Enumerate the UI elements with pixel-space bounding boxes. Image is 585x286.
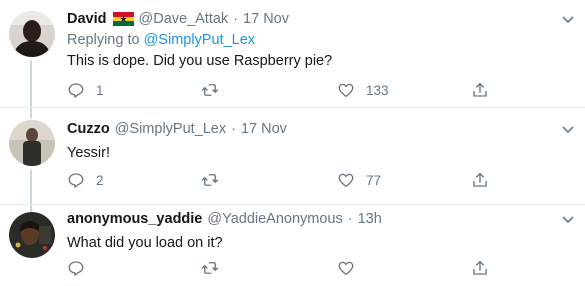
tweet-actions: 1 133 <box>67 80 507 100</box>
retweet-button[interactable] <box>201 170 230 190</box>
retweet-button[interactable] <box>201 80 230 100</box>
retweet-button[interactable] <box>201 258 230 278</box>
share-icon <box>473 82 487 97</box>
reply-icon <box>68 83 84 98</box>
tweet-text: This is dope. Did you use Raspberry pie? <box>67 53 333 69</box>
like-button[interactable]: 77 <box>337 170 381 190</box>
share-icon <box>473 172 487 187</box>
timestamp[interactable]: 13h <box>358 210 382 228</box>
share-button[interactable] <box>471 258 489 278</box>
reply-count: 1 <box>96 82 104 98</box>
avatar[interactable] <box>9 11 55 57</box>
retweet-icon <box>201 84 219 96</box>
chevron-down-icon[interactable] <box>561 212 575 226</box>
thread-line <box>30 108 32 118</box>
display-name[interactable]: Cuzzo <box>67 120 110 138</box>
avatar[interactable] <box>9 212 55 258</box>
chevron-down-icon[interactable] <box>561 122 575 136</box>
share-button[interactable] <box>471 170 489 190</box>
like-icon <box>338 261 354 276</box>
handle[interactable]: @Dave_Attak <box>139 10 229 28</box>
retweet-icon <box>201 174 219 186</box>
tweet-text: Yessir! <box>67 145 110 161</box>
reply-icon <box>68 261 84 276</box>
display-name[interactable]: David <box>67 10 107 28</box>
replying-to-link[interactable]: @SimplyPut_Lex <box>144 32 255 48</box>
retweet-icon <box>201 262 219 274</box>
replying-to-prefix: Replying to <box>67 32 144 48</box>
reply-button[interactable]: 2 <box>67 170 104 190</box>
tweet-david[interactable]: David ★ @Dave_Attak · 17 Nov Replying to… <box>0 0 585 108</box>
like-count: 77 <box>366 172 382 188</box>
separator-dot: · <box>347 211 353 227</box>
tweet-actions: 2 77 <box>67 170 507 190</box>
thread-line <box>30 170 32 204</box>
ghana-flag-icon: ★ <box>112 12 134 27</box>
reply-count: 2 <box>96 172 104 188</box>
like-icon <box>338 173 354 188</box>
like-button[interactable]: 133 <box>337 80 389 100</box>
share-icon <box>473 260 487 275</box>
separator-dot: · <box>231 121 236 137</box>
like-button[interactable] <box>337 258 366 278</box>
chevron-down-icon[interactable] <box>561 12 575 26</box>
replying-to: Replying to @SimplyPut_Lex <box>67 31 555 49</box>
tweet-cuzzo[interactable]: Cuzzo @SimplyPut_Lex · 17 Nov Yessir! 2 … <box>0 108 585 204</box>
share-button[interactable] <box>471 80 489 100</box>
timestamp[interactable]: 17 Nov <box>241 120 287 138</box>
thread-line <box>30 205 32 212</box>
tweet-actions <box>67 258 507 278</box>
handle[interactable]: @YaddieAnonymous <box>207 210 342 228</box>
reply-icon <box>68 173 84 188</box>
like-icon <box>338 83 354 98</box>
reply-button[interactable] <box>67 258 96 278</box>
reply-button[interactable]: 1 <box>67 80 104 100</box>
tweet-anonymous-yaddie[interactable]: anonymous_yaddie @YaddieAnonymous · 13h … <box>0 205 585 286</box>
handle[interactable]: @SimplyPut_Lex <box>115 120 226 138</box>
separator-dot: · <box>233 11 239 27</box>
timestamp[interactable]: 17 Nov <box>243 10 289 28</box>
thread-line <box>30 60 32 108</box>
display-name[interactable]: anonymous_yaddie <box>67 210 202 228</box>
tweet-text: What did you load on it? <box>67 235 223 251</box>
avatar[interactable] <box>9 120 55 166</box>
like-count: 133 <box>366 82 389 98</box>
